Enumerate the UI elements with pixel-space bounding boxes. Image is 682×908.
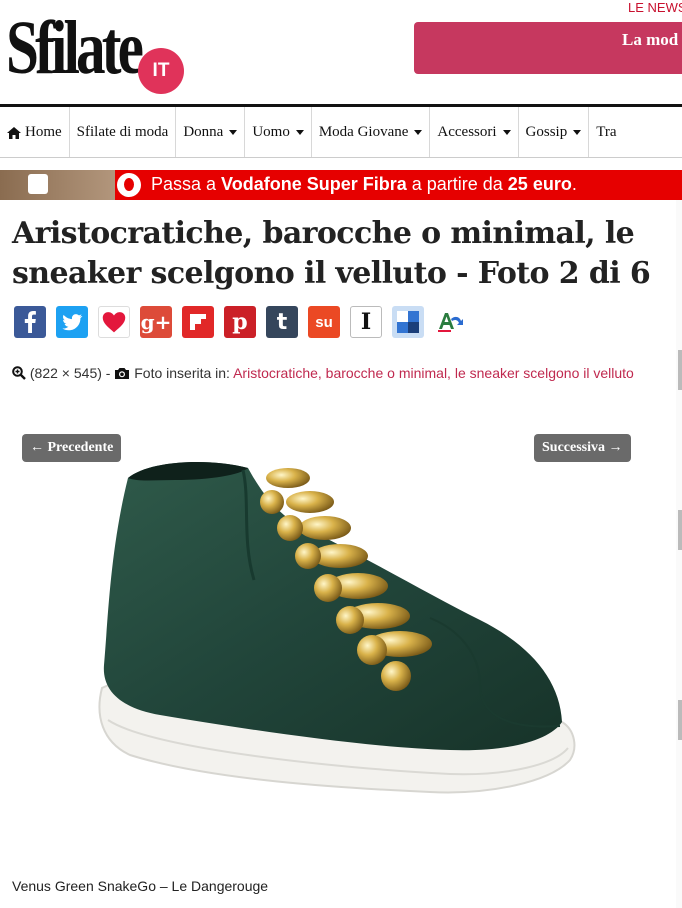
home-icon [7,127,21,139]
flipboard-icon[interactable] [182,306,214,338]
article-link[interactable]: Aristocratiche, barocche o minimal, le s… [233,365,634,381]
ad-text: Passa a Vodafone Super Fibra a partire d… [151,174,577,195]
photo-caption: Venus Green SnakeGo – Le Dangerouge [12,878,269,894]
site-logo[interactable]: Sfilate IT [6,6,206,96]
caret-down-icon [573,129,582,135]
nav-item-uomo[interactable]: Uomo [245,107,312,157]
caret-down-icon [502,129,511,135]
translate-icon[interactable] [434,306,466,338]
ad-image-box [28,174,48,194]
nav-item-label: Donna [183,123,224,140]
delicious-icon[interactable] [392,306,424,338]
logo-text: Sfilate [6,6,144,90]
zoom-icon [12,366,26,380]
news-tag[interactable]: LE NEWS [628,0,682,15]
product-photo [10,430,655,860]
header-banner[interactable]: La mod [414,22,682,74]
pinterest-icon[interactable]: p [224,306,256,338]
nav-item-label: Gossip [525,123,568,140]
inserted-label: Foto inserita in: [134,365,230,381]
caret-down-icon [229,129,238,135]
photo-meta: (822 × 545) - Foto inserita in: Aristocr… [12,362,642,384]
nav-item-accessori[interactable]: Accessori [430,107,519,157]
facebook-icon[interactable] [14,306,46,338]
next-button[interactable]: Successiva → [534,434,631,462]
google-plus-icon[interactable]: g+ [140,306,172,338]
vodafone-logo-icon [117,173,141,197]
stumbleupon-icon[interactable]: su [308,306,340,338]
tumblr-icon[interactable]: t [266,306,298,338]
nav-item-label: Accessori [437,123,497,140]
nav-item-label: Uomo [252,123,290,140]
ad-image [0,170,115,200]
nav-item-label: Tra [596,123,617,140]
caret-down-icon [295,129,304,135]
previous-button[interactable]: ← Precedente [22,434,122,462]
heart-icon[interactable] [98,306,130,338]
ad-text-prefix: Passa a [151,174,222,194]
ad-brand: Vodafone Super Fibra [221,174,407,194]
nav-item-sfilate[interactable]: Sfilate di moda [70,107,177,157]
main-nav: Home Sfilate di moda Donna Uomo Moda Gio… [0,104,682,158]
ad-text-suffix: . [571,174,577,194]
instapaper-icon[interactable]: I [350,306,382,338]
page-title: Aristocratiche, barocche o minimal, le s… [12,216,651,291]
nav-item-label: Moda Giovane [318,123,409,140]
nav-item-label: Home [25,123,62,140]
logo-badge: IT [138,48,184,94]
nav-item-home[interactable]: Home [0,107,70,157]
photo-dimensions: (822 × 545) - [29,365,111,381]
nav-item-tra[interactable]: Tra [589,107,623,157]
nav-item-moda-giovane[interactable]: Moda Giovane [312,107,431,157]
nav-item-donna[interactable]: Donna [176,107,246,157]
ad-text-mid: a partire da [406,174,508,194]
ad-banner[interactable]: Passa a Vodafone Super Fibra a partire d… [0,170,682,200]
nav-item-gossip[interactable]: Gossip [519,107,590,157]
camera-icon [115,368,130,379]
sidebar-edge [676,200,682,908]
caret-down-icon [414,129,423,135]
header-banner-text: La mod [622,30,679,49]
nav-item-label: Sfilate di moda [76,123,169,140]
twitter-icon[interactable] [56,306,88,338]
share-bar: g+ p t su I [14,306,466,338]
ad-price: 25 euro [507,174,572,194]
